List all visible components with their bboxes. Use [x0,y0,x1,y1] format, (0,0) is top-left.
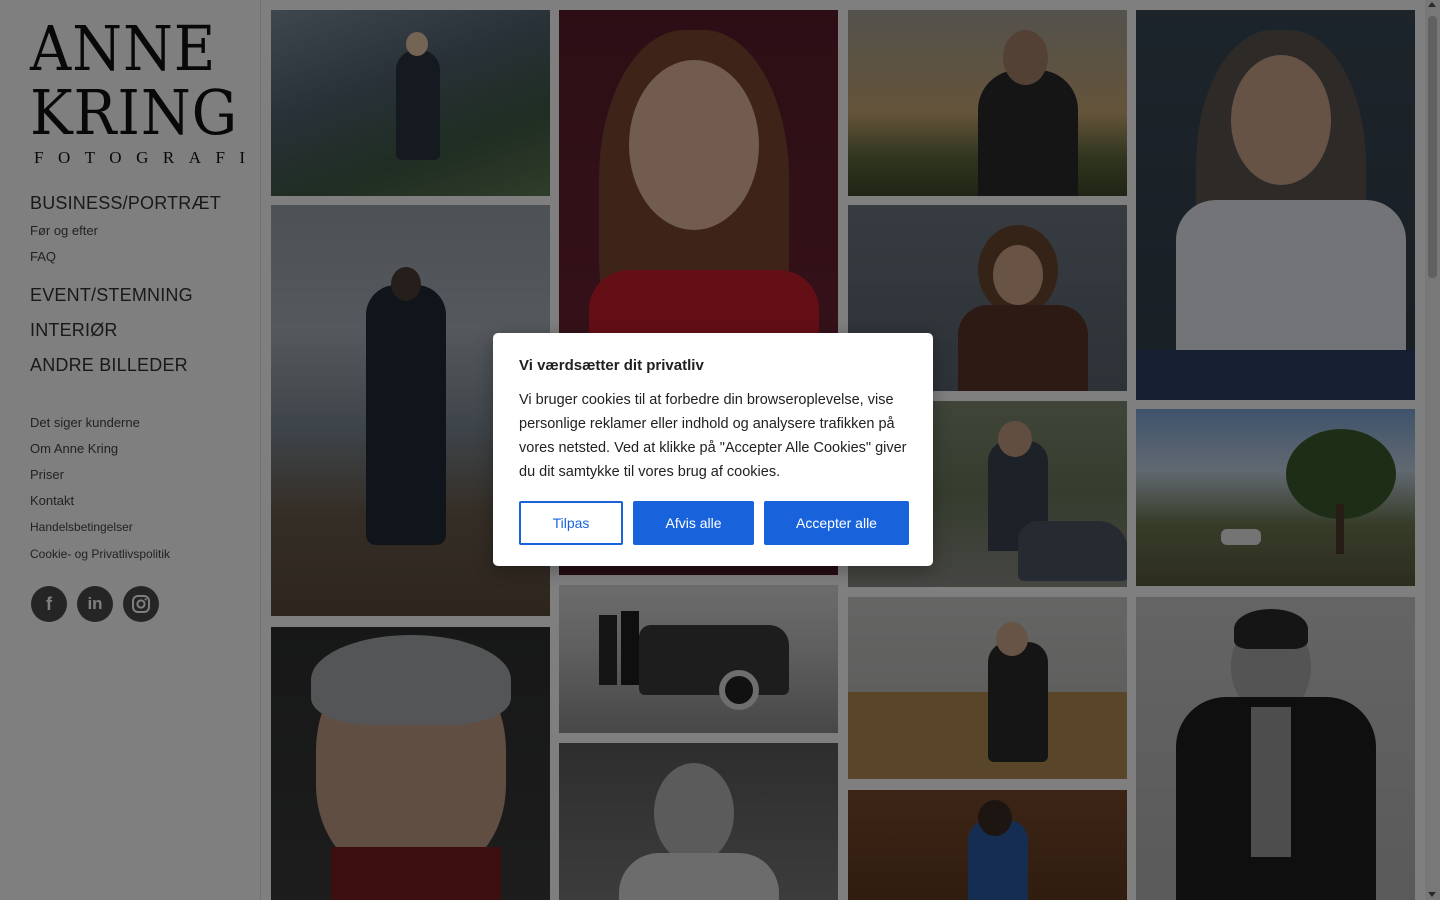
cookie-description: Vi bruger cookies til at forbedre din br… [519,392,907,480]
cookie-buttons: Tilpas Afvis alle Accepter alle [519,501,909,545]
cookie-consent-dialog: Vi værdsætter dit privatliv Vi bruger co… [493,333,933,566]
customize-button[interactable]: Tilpas [519,501,623,545]
accept-all-button[interactable]: Accepter alle [764,501,909,545]
reject-all-button[interactable]: Afvis alle [633,501,754,545]
cookie-title: Vi værdsætter dit privatliv [519,357,704,374]
